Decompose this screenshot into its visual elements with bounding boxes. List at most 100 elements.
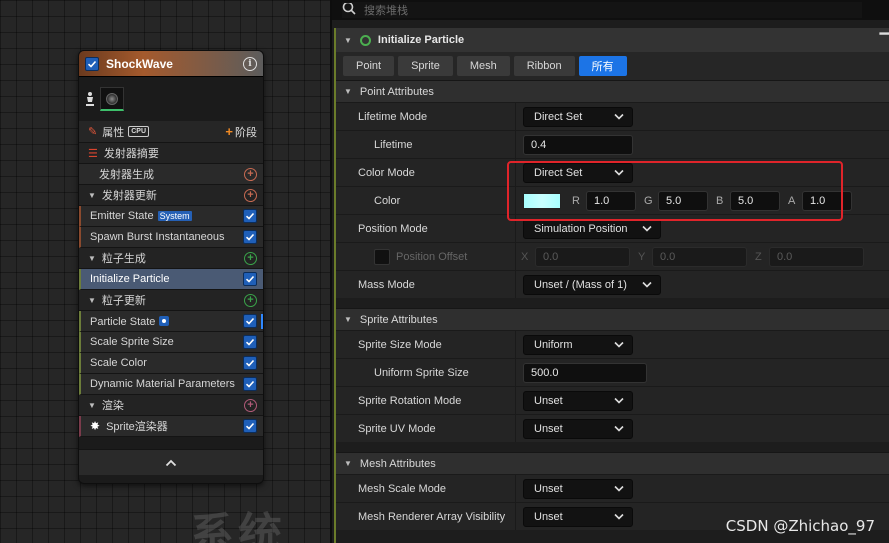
initialize-particle-label: Initialize Particle xyxy=(90,273,170,285)
add-module-plus-icon[interactable]: + xyxy=(244,251,257,265)
chevron-down-icon xyxy=(614,513,624,520)
lifetime-input[interactable]: 0.4 xyxy=(523,134,633,155)
sprite-sparkle-icon: ✸ xyxy=(90,419,101,433)
emitter-spawn-row[interactable]: 发射器生成 + xyxy=(79,164,263,185)
module-enable-checkbox[interactable] xyxy=(243,377,257,391)
collapse-triangle-icon[interactable]: ▼ xyxy=(88,401,96,410)
module-enable-checkbox[interactable] xyxy=(243,335,257,349)
emitter-thumbnail[interactable] xyxy=(100,87,124,111)
mesh-array-visibility-value: Unset xyxy=(534,510,563,523)
module-emitter-state[interactable]: Emitter State System xyxy=(79,206,263,227)
add-stage-button[interactable]: + 阶段 xyxy=(225,124,257,140)
module-sprite-renderer[interactable]: ✸ Sprite渲染器 xyxy=(79,416,263,437)
position-mode-row: Position Mode Simulation Position xyxy=(336,214,889,242)
particle-update-row[interactable]: ▼ 粒子更新 + xyxy=(79,290,263,311)
module-label: Emitter State System xyxy=(90,210,243,222)
particle-update-label: 粒子更新 xyxy=(101,295,146,307)
stack-search-input[interactable]: 搜索堆栈 xyxy=(342,2,862,18)
add-module-plus-icon[interactable]: + xyxy=(244,188,257,202)
mass-mode-dropdown[interactable]: Unset / (Mass of 1) xyxy=(523,274,661,295)
module-enable-checkbox[interactable] xyxy=(243,314,257,328)
position-mode-dropdown[interactable]: Simulation Position xyxy=(523,218,661,239)
check-icon xyxy=(245,422,255,430)
sprite-renderer-label: Sprite渲染器 xyxy=(106,421,168,433)
emitter-node[interactable]: ShockWave i ✎ 属性 CPU + 阶段 ☰ 发射器摘要 发射器生成 … xyxy=(78,50,264,484)
cpu-badge: CPU xyxy=(128,126,149,137)
color-g-label: G xyxy=(644,194,653,207)
module-enable-checkbox[interactable] xyxy=(243,209,257,223)
module-enable-checkbox[interactable] xyxy=(243,230,257,244)
add-module-plus-icon[interactable]: + xyxy=(244,167,257,181)
render-row[interactable]: ▼ 渲染 + xyxy=(79,395,263,416)
position-offset-name: Position Offset xyxy=(336,243,516,270)
emitter-summary-row[interactable]: ☰ 发射器摘要 xyxy=(79,143,263,164)
tab-ribbon[interactable]: Ribbon xyxy=(513,56,575,76)
mesh-array-visibility-dropdown[interactable]: Unset xyxy=(523,506,633,527)
pin-icon[interactable]: ▔ xyxy=(880,33,889,47)
module-particle-state[interactable]: Particle State xyxy=(79,311,263,332)
color-r-input[interactable]: 1.0 xyxy=(586,190,636,211)
uniform-sprite-size-input[interactable]: 500.0 xyxy=(523,362,647,383)
chevron-up-icon xyxy=(165,459,177,466)
emitter-update-label: 发射器更新 xyxy=(101,190,157,202)
tab-sprite[interactable]: Sprite xyxy=(398,56,453,76)
emitter-update-row[interactable]: ▼ 发射器更新 + xyxy=(79,185,263,206)
add-module-plus-icon[interactable]: + xyxy=(244,293,257,307)
module-enable-checkbox[interactable] xyxy=(243,272,257,286)
module-header[interactable]: ▼ Initialize Particle ▔ xyxy=(336,28,889,52)
module-enable-checkbox[interactable] xyxy=(243,419,257,433)
color-g-input[interactable]: 5.0 xyxy=(658,190,708,211)
check-icon xyxy=(245,359,255,367)
particle-spawn-row[interactable]: ▼ 粒子生成 + xyxy=(79,248,263,269)
mesh-scale-mode-dropdown[interactable]: Unset xyxy=(523,478,633,499)
sprite-uv-mode-dropdown[interactable]: Unset xyxy=(523,418,633,439)
tab-point[interactable]: Point xyxy=(343,56,395,76)
properties-row[interactable]: ✎ 属性 CPU + 阶段 xyxy=(79,121,263,143)
sprite-rotation-mode-dropdown[interactable]: Unset xyxy=(523,390,633,411)
sprite-size-mode-dropdown[interactable]: Uniform xyxy=(523,334,633,355)
add-renderer-plus-icon[interactable]: + xyxy=(244,398,257,412)
collapse-triangle-icon[interactable]: ▼ xyxy=(344,459,352,468)
color-swatch[interactable] xyxy=(523,192,561,209)
collapse-node-button[interactable] xyxy=(79,449,263,475)
collapse-triangle-icon[interactable]: ▼ xyxy=(344,36,352,45)
offset-z-label: Z xyxy=(755,250,762,263)
lifetime-mode-dropdown[interactable]: Direct Set xyxy=(523,106,633,127)
collapse-triangle-icon[interactable]: ▼ xyxy=(88,191,96,200)
chevron-down-icon xyxy=(614,169,624,176)
emitter-node-header[interactable]: ShockWave i xyxy=(79,51,263,77)
tab-all[interactable]: 所有 xyxy=(578,56,627,76)
collapse-triangle-icon[interactable]: ▼ xyxy=(88,296,96,305)
collapse-triangle-icon[interactable]: ▼ xyxy=(344,87,352,96)
scale-sprite-size-label: Scale Sprite Size xyxy=(90,336,174,348)
color-b-input[interactable]: 5.0 xyxy=(730,190,780,211)
color-b-label: B xyxy=(716,194,724,207)
position-mode-label: Position Mode xyxy=(336,215,516,242)
info-icon[interactable]: i xyxy=(243,56,257,71)
emitter-enable-checkbox[interactable] xyxy=(85,56,99,71)
module-spawn-burst[interactable]: Spawn Burst Instantaneous xyxy=(79,227,263,248)
module-scale-sprite-size[interactable]: Scale Sprite Size xyxy=(79,332,263,353)
mesh-attributes-header[interactable]: ▼ Mesh Attributes xyxy=(336,452,889,474)
position-offset-checkbox[interactable] xyxy=(374,248,390,265)
properties-label: 属性 xyxy=(102,126,125,139)
module-label: Particle State xyxy=(90,315,243,328)
offset-x-input[interactable]: 0.0 xyxy=(535,246,630,267)
offset-y-input[interactable]: 0.0 xyxy=(652,246,747,267)
module-initialize-particle[interactable]: Initialize Particle xyxy=(79,269,263,290)
color-mode-dropdown[interactable]: Direct Set xyxy=(523,162,633,183)
chevron-down-icon xyxy=(642,281,652,288)
collapse-triangle-icon[interactable]: ▼ xyxy=(344,315,352,324)
module-enable-checkbox[interactable] xyxy=(243,356,257,370)
graph-canvas[interactable]: 系统 ShockWave i ✎ 属性 CPU + 阶段 ☰ 发射器摘要 发射器… xyxy=(0,0,330,543)
search-bar: 搜索堆栈 xyxy=(332,0,889,20)
point-attributes-header[interactable]: ▼ Point Attributes xyxy=(336,80,889,102)
collapse-triangle-icon[interactable]: ▼ xyxy=(88,254,96,263)
sprite-attributes-header[interactable]: ▼ Sprite Attributes xyxy=(336,308,889,330)
person-icon[interactable] xyxy=(85,91,95,107)
offset-z-input[interactable]: 0.0 xyxy=(769,246,864,267)
module-scale-color[interactable]: Scale Color xyxy=(79,353,263,374)
color-a-input[interactable]: 1.0 xyxy=(802,190,852,211)
tab-mesh[interactable]: Mesh xyxy=(456,56,510,76)
module-dynamic-material[interactable]: Dynamic Material Parameters xyxy=(79,374,263,395)
